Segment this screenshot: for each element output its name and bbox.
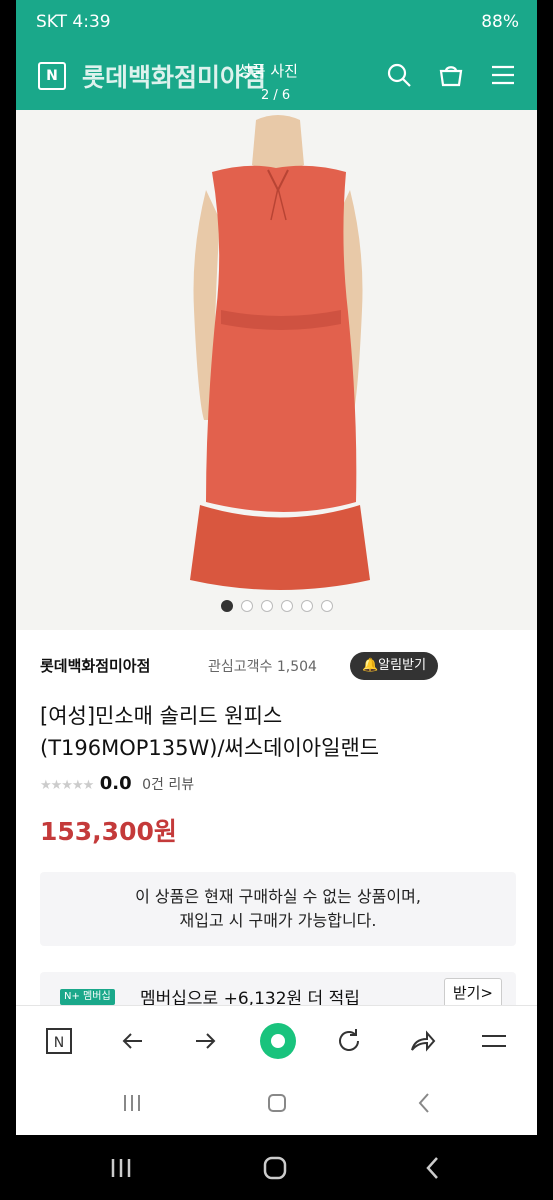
naver-home-icon[interactable]: N — [44, 1026, 74, 1056]
membership-receive-button[interactable]: 받기> — [443, 978, 502, 1008]
back-arrow-icon[interactable] — [118, 1026, 148, 1056]
product-price: 153,300원 — [40, 817, 177, 846]
product-name-line1: [여성]민소매 솔리드 원피스 — [40, 704, 283, 728]
status-bar: SKT 4:39 88% — [16, 8, 537, 38]
product-image[interactable] — [16, 110, 537, 630]
menu-icon[interactable] — [490, 62, 516, 88]
home-icon[interactable] — [265, 1091, 289, 1115]
soldout-notice: 이 상품은 현재 구매하실 수 없는 상품이며, 재입고 시 구매가 가능합니다… — [40, 872, 516, 946]
forward-arrow-icon[interactable] — [190, 1026, 220, 1056]
refresh-icon[interactable] — [334, 1026, 364, 1056]
carousel-dot[interactable] — [320, 600, 333, 612]
photo-title: 상품 사진 — [238, 62, 298, 80]
recent-apps-icon[interactable] — [108, 1155, 134, 1181]
photo-counter: 2 / 6 — [261, 88, 291, 103]
product-name-line2: (T196MOP135W)/써스데이아일랜드 — [40, 736, 380, 760]
battery-level: 88% — [481, 12, 519, 32]
carousel-dot[interactable] — [280, 600, 293, 612]
alarm-button[interactable]: 🔔알림받기 — [350, 652, 439, 680]
naver-n-icon[interactable]: N — [38, 62, 66, 90]
status-carrier: SKT 4:39 — [36, 12, 111, 32]
browser-toolbar: N — [16, 1005, 537, 1074]
home-icon[interactable] — [262, 1155, 288, 1181]
notice-line1: 이 상품은 현재 구매하실 수 없는 상품이며, — [135, 887, 421, 906]
app-screen: SKT 4:39 88% N 롯데백화점미아점 상품 사진 2 / 6 롯데백화… — [16, 0, 537, 1135]
search-icon[interactable] — [386, 62, 412, 88]
menu-lines-icon[interactable] — [479, 1026, 509, 1056]
share-icon[interactable] — [407, 1026, 437, 1056]
carousel-dots — [16, 600, 537, 612]
rating-row: ★★★★★ 0.0 0건 리뷰 — [40, 773, 194, 794]
dress-photo — [16, 110, 537, 630]
svg-text:N: N — [54, 1035, 64, 1051]
carousel-dot[interactable] — [240, 600, 253, 612]
cart-icon[interactable] — [438, 62, 464, 88]
favorite-count: 관심고객수 1,504 — [208, 659, 317, 675]
recent-apps-icon[interactable] — [120, 1091, 144, 1115]
nav-back-icon[interactable] — [412, 1091, 436, 1115]
system-nav-inner — [16, 1073, 537, 1135]
carousel-dot[interactable] — [260, 600, 273, 612]
carousel-dot[interactable] — [220, 600, 233, 612]
store-row: 롯데백화점미아점 관심고객수 1,504 🔔알림받기 — [40, 652, 520, 682]
header-bar: SKT 4:39 88% N 롯데백화점미아점 상품 사진 2 / 6 — [16, 0, 537, 110]
system-nav-outer — [0, 1135, 553, 1200]
nav-back-icon[interactable] — [420, 1155, 446, 1181]
star-rating: ★★★★★ — [40, 778, 94, 793]
rating-score: 0.0 — [99, 773, 132, 794]
store-name[interactable]: 롯데백화점미아점 — [40, 655, 150, 676]
notice-line2: 재입고 시 구매가 가능합니다. — [179, 911, 377, 930]
carousel-dot[interactable] — [300, 600, 313, 612]
review-count[interactable]: 0건 리뷰 — [142, 777, 194, 793]
membership-badge: N+ 멤버십 — [60, 989, 115, 1005]
green-dot-icon[interactable] — [259, 1022, 297, 1060]
